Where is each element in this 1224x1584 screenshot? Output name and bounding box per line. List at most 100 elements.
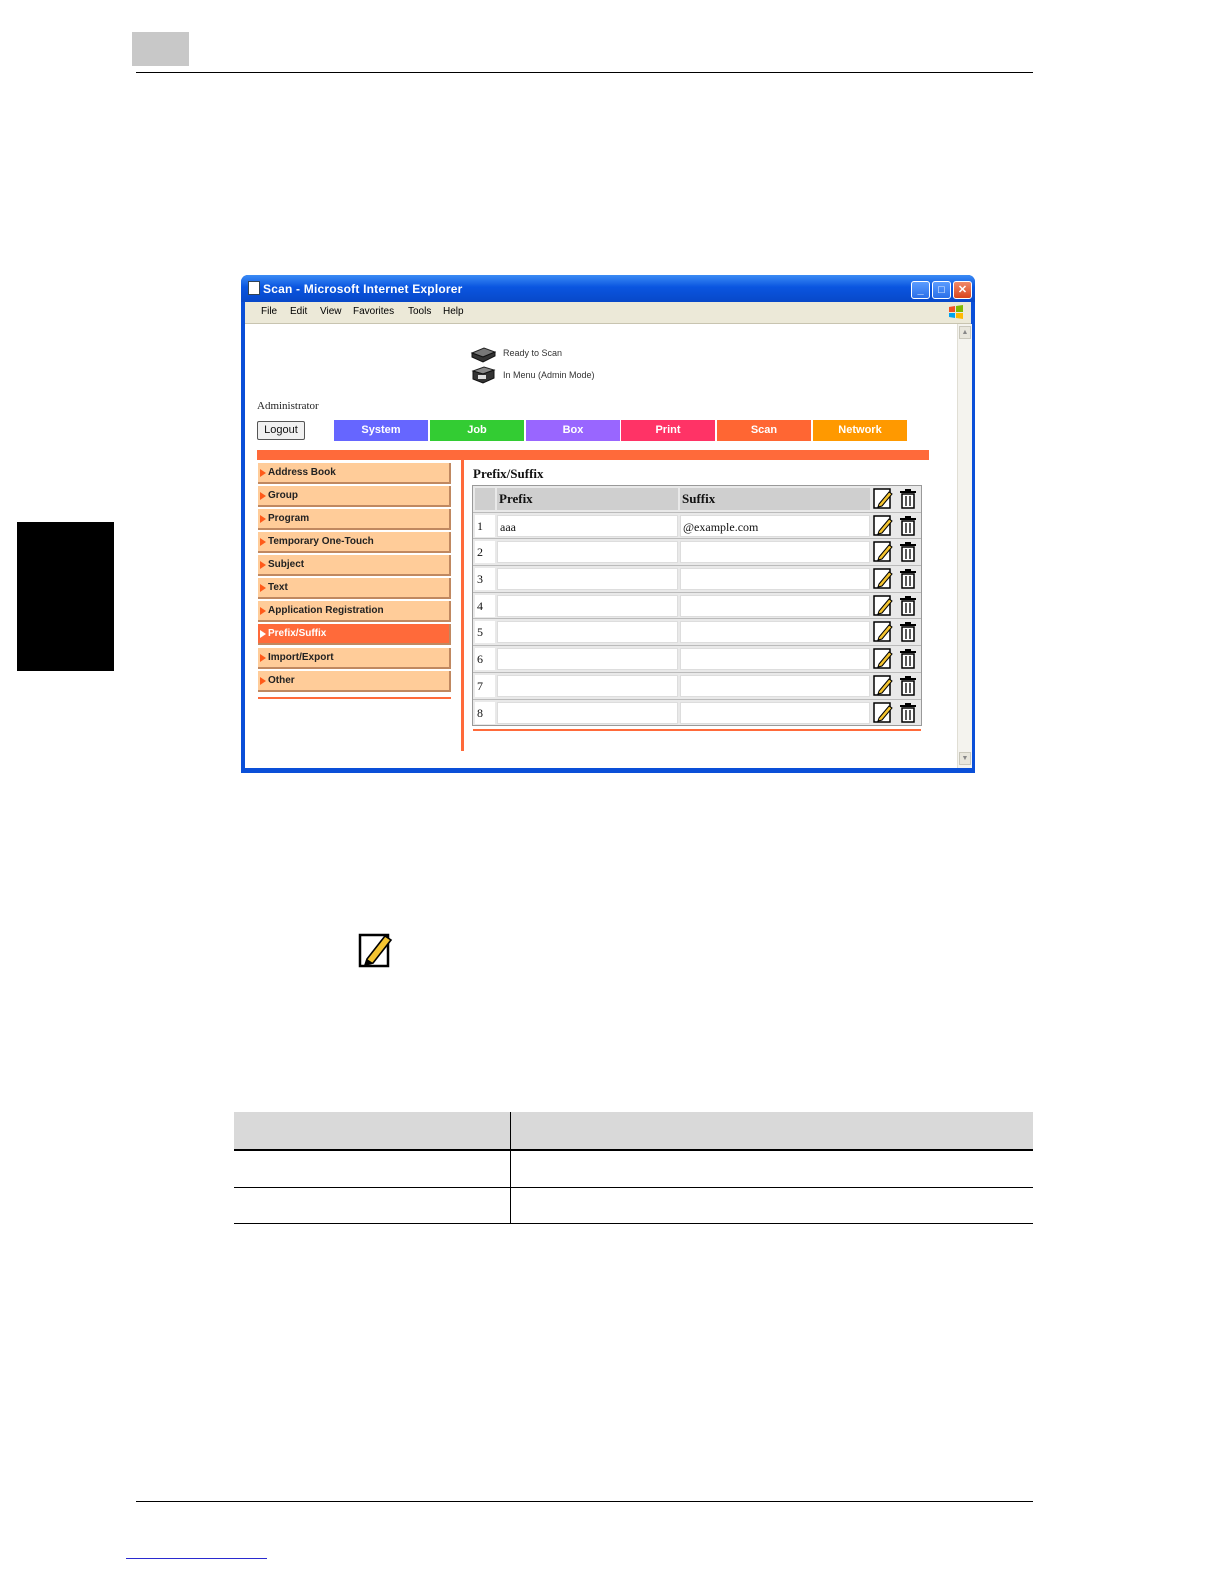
menu-view[interactable]: View xyxy=(320,306,342,317)
edit-icon[interactable] xyxy=(873,621,893,643)
header-prefix: Prefix xyxy=(497,488,678,510)
scroll-up-icon[interactable]: ▲ xyxy=(959,326,971,339)
nav-item-import-export[interactable]: Import/Export xyxy=(258,648,451,669)
edit-icon[interactable] xyxy=(873,648,893,669)
nav-item-program[interactable]: Program xyxy=(258,509,451,530)
tab-box[interactable]: Box xyxy=(526,420,621,441)
edit-pencil-icon xyxy=(358,933,393,968)
edit-all-icon[interactable] xyxy=(873,488,893,509)
arrow-icon xyxy=(260,654,266,662)
nav-item-text[interactable]: Text xyxy=(258,578,451,599)
vertical-scrollbar[interactable]: ▲ ▼ xyxy=(957,324,972,768)
nav-item-prefix-suffix[interactable]: Prefix/Suffix xyxy=(258,624,451,645)
tab-scan[interactable]: Scan xyxy=(717,420,812,441)
menu-help[interactable]: Help xyxy=(443,306,464,317)
menu-tools[interactable]: Tools xyxy=(408,306,431,317)
nav-item-other[interactable]: Other xyxy=(258,671,451,692)
row-number: 6 xyxy=(475,648,495,671)
arrow-icon xyxy=(260,561,266,569)
arrow-icon xyxy=(260,492,266,500)
suffix-cell xyxy=(680,568,870,591)
edit-icon[interactable] xyxy=(873,701,893,723)
tab-network[interactable]: Network xyxy=(813,420,908,441)
table-header-row: Prefix Suffix xyxy=(473,486,921,513)
suffix-cell xyxy=(680,648,870,671)
nav-item-label: Import/Export xyxy=(268,652,334,663)
arrow-icon xyxy=(260,469,266,477)
tab-job[interactable]: Job xyxy=(430,420,525,441)
prefix-cell xyxy=(497,594,678,617)
edit-icon[interactable] xyxy=(873,595,893,616)
nav-item-label: Text xyxy=(268,582,288,593)
nav-item-label: Prefix/Suffix xyxy=(268,628,327,639)
table-column-rule xyxy=(510,1112,511,1224)
nav-item-label: Program xyxy=(268,513,310,524)
trash-icon[interactable] xyxy=(898,595,918,616)
minimize-button[interactable]: _ xyxy=(911,281,930,299)
window-title: Scan - Microsoft Internet Explorer xyxy=(263,282,463,296)
admin-label: Administrator xyxy=(257,400,319,412)
nav-item-label: Application Registration xyxy=(268,605,384,616)
nav-item-temporary-one-touch[interactable]: Temporary One-Touch xyxy=(258,532,451,553)
maximize-button[interactable]: □ xyxy=(932,281,951,299)
header-number-cell xyxy=(475,488,495,510)
arrow-icon xyxy=(260,538,266,546)
prefix-cell xyxy=(497,674,678,697)
table-header-cell xyxy=(234,1112,510,1149)
windows-logo-icon xyxy=(949,305,963,319)
prefix-cell: aaa xyxy=(497,514,678,537)
nav-bottom-rule xyxy=(258,697,451,699)
nav-item-label: Subject xyxy=(268,559,305,570)
nav-item-address-book[interactable]: Address Book xyxy=(258,463,451,484)
trash-icon[interactable] xyxy=(898,675,918,696)
header-rule xyxy=(136,72,1033,73)
prefix-suffix-table: Prefix Suffix 1 aaa @example.com 2 3 4 5… xyxy=(472,485,922,727)
nav-item-group[interactable]: Group xyxy=(258,486,451,507)
delete-all-icon[interactable] xyxy=(898,488,918,509)
document-table xyxy=(234,1112,1033,1224)
trash-icon[interactable] xyxy=(898,621,918,643)
nav-item-application-registration[interactable]: Application Registration xyxy=(258,601,451,622)
table-row: 8 xyxy=(473,700,921,726)
menu-edit[interactable]: Edit xyxy=(290,306,307,317)
trash-icon[interactable] xyxy=(898,541,918,563)
scroll-down-icon[interactable]: ▼ xyxy=(959,752,971,765)
prefix-cell xyxy=(497,621,678,644)
suffix-cell xyxy=(680,541,870,564)
edit-icon[interactable] xyxy=(873,541,893,563)
arrow-icon xyxy=(260,607,266,615)
footer-link-underline xyxy=(126,1558,267,1559)
tab-system[interactable]: System xyxy=(334,420,429,441)
edit-icon[interactable] xyxy=(873,675,893,696)
table-rule xyxy=(234,1149,1033,1151)
trash-icon[interactable] xyxy=(898,648,918,669)
menu-file[interactable]: File xyxy=(261,306,277,317)
trash-icon[interactable] xyxy=(898,702,918,723)
row-number: 3 xyxy=(475,568,495,591)
arrow-icon xyxy=(260,630,266,638)
trash-icon[interactable] xyxy=(898,515,918,536)
page-title: Prefix/Suffix xyxy=(473,466,544,481)
suffix-cell: @example.com xyxy=(680,514,870,537)
tab-print[interactable]: Print xyxy=(621,420,716,441)
footer-rule xyxy=(136,1501,1033,1502)
logout-button[interactable]: Logout xyxy=(257,421,305,440)
row-number: 1 xyxy=(475,514,495,537)
table-row: 1 aaa @example.com xyxy=(473,513,921,540)
close-button[interactable]: ✕ xyxy=(953,281,972,299)
nav-item-label: Temporary One-Touch xyxy=(268,536,374,547)
menu-favorites[interactable]: Favorites xyxy=(353,306,394,317)
title-bar[interactable]: Scan - Microsoft Internet Explorer _ □ ✕ xyxy=(241,275,975,302)
trash-icon[interactable] xyxy=(898,568,918,589)
prefix-cell xyxy=(497,541,678,564)
edit-icon[interactable] xyxy=(873,514,893,536)
menu-bar: File Edit View Favorites Tools Help xyxy=(245,302,971,324)
table-row: 4 xyxy=(473,593,921,620)
nav-item-subject[interactable]: Subject xyxy=(258,555,451,576)
arrow-icon xyxy=(260,515,266,523)
row-number: 5 xyxy=(475,621,495,644)
vertical-separator xyxy=(461,460,464,751)
row-number: 7 xyxy=(475,674,495,697)
edit-icon[interactable] xyxy=(873,568,893,589)
prefix-cell xyxy=(497,648,678,671)
